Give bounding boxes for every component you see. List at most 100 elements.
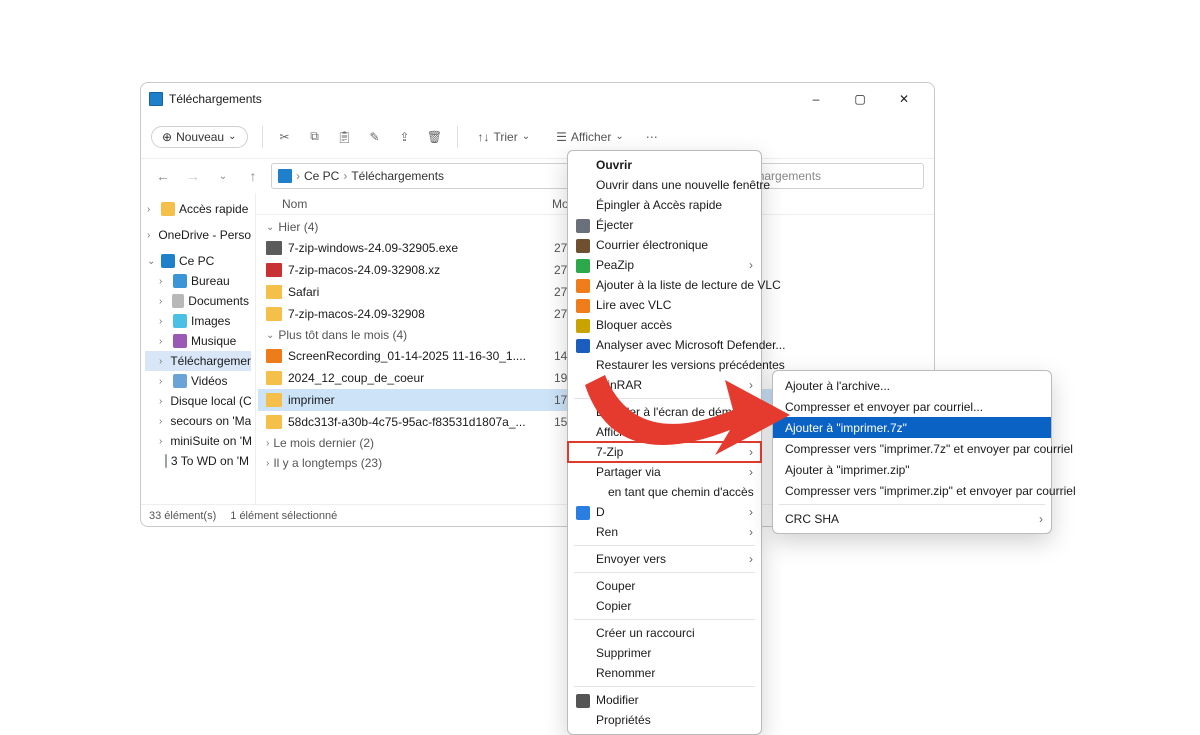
sub-crc-sha[interactable]: CRC SHA [773, 508, 1051, 529]
forward-button[interactable]: → [181, 168, 205, 184]
sidebar-item-images[interactable]: ›Images [145, 311, 251, 331]
sidebar-item-bureau[interactable]: ›Bureau [145, 271, 251, 291]
ctx-properties[interactable]: Propriétés [568, 710, 761, 730]
group-label: Hier (4) [278, 220, 318, 234]
view-button[interactable]: ☰ Afficher ⌄ [550, 126, 630, 148]
toolbar-sep [262, 126, 263, 148]
sub-compress-zip-email[interactable]: Compresser vers "imprimer.zip" et envoye… [773, 480, 1051, 501]
recent-dropdown[interactable]: ⌄ [211, 171, 235, 182]
ctx-show-finder[interactable]: Afficher dans le Finder [568, 422, 761, 442]
sidebar-item-netdrive[interactable]: 3 To WD on 'M [145, 451, 251, 471]
copy-icon[interactable]: ⧉ [307, 129, 323, 145]
crumb-pc[interactable]: Ce PC [304, 169, 339, 183]
ctx-vlc-play[interactable]: Lire avec VLC [568, 295, 761, 315]
col-name[interactable]: Nom [282, 197, 552, 211]
ctx-sep [574, 686, 755, 687]
cut-icon[interactable]: ✂ [277, 129, 293, 145]
ctx-rename[interactable]: Renommer [568, 663, 761, 683]
chevron-down-icon: ⌄ [615, 131, 623, 142]
sidebar-item-onedrive[interactable]: ›OneDrive - Perso [145, 225, 251, 245]
ctx-send-to[interactable]: Envoyer vers [568, 549, 761, 569]
sort-button[interactable]: ↑↓ Trier ⌄ [472, 126, 537, 148]
ctx-winrar[interactable]: WinRAR [568, 375, 761, 395]
crumb-folder[interactable]: Téléchargements [351, 169, 444, 183]
sidebar-item-downloads[interactable]: ›Téléchargemen [145, 351, 251, 371]
sidebar-item-cepc[interactable]: ⌄Ce PC [145, 251, 251, 271]
chevron-right-icon: › [343, 169, 347, 183]
sidebar-item-netdrive[interactable]: ›secours on 'Ma [145, 411, 251, 431]
folder-icon [266, 393, 282, 407]
ctx-pin-quick[interactable]: Épingler à Accès rapide [568, 195, 761, 215]
toolbar-sep [457, 126, 458, 148]
status-selected: 1 élément sélectionné [230, 510, 337, 522]
ctx-share-via[interactable]: Partager via [568, 462, 761, 482]
sub-add-7z[interactable]: Ajouter à "imprimer.7z" [773, 417, 1051, 438]
exe-icon [266, 241, 282, 255]
up-button[interactable]: ↑ [241, 168, 265, 184]
ctx-d[interactable]: D [568, 502, 761, 522]
vlc-icon [266, 349, 282, 363]
back-button[interactable]: ← [151, 168, 175, 184]
ctx-7zip[interactable]: 7-Zip [568, 442, 761, 462]
share-icon[interactable]: ⇪ [397, 129, 413, 145]
music-icon [173, 334, 187, 348]
ctx-block[interactable]: Bloquer accès [568, 315, 761, 335]
sidebar-item-label: miniSuite on 'M [170, 434, 251, 448]
chevron-down-icon: ⌄ [266, 222, 274, 233]
folder-icon [149, 92, 163, 106]
sidebar-item-quick[interactable]: ›Accès rapide [145, 199, 251, 219]
view-icon: ☰ [556, 130, 567, 144]
sidebar-item-disk[interactable]: ›Disque local (C [145, 391, 251, 411]
sidebar-item-label: Vidéos [191, 374, 227, 388]
chevron-down-icon: ⌄ [266, 330, 274, 341]
sidebar-item-videos[interactable]: ›Vidéos [145, 371, 251, 391]
sub-compress-email[interactable]: Compresser et envoyer par courriel... [773, 396, 1051, 417]
ctx-copy-path[interactable]: en tant que chemin d'accès [568, 482, 761, 502]
chevron-right-icon: › [296, 169, 300, 183]
titlebar: Téléchargements – ▢ ✕ [141, 83, 934, 115]
ctx-ren[interactable]: Ren [568, 522, 761, 542]
ctx-open[interactable]: Ouvrir [568, 155, 761, 175]
folder-icon [266, 371, 282, 385]
paste-icon[interactable]: 📋︎ [337, 129, 353, 145]
sidebar-item-musique[interactable]: ›Musique [145, 331, 251, 351]
minimize-button[interactable]: – [794, 85, 838, 113]
ctx-copy[interactable]: Copier [568, 596, 761, 616]
ctx-edit[interactable]: Modifier [568, 690, 761, 710]
file-name: 7-zip-macos-24.09-32908 [288, 307, 548, 321]
ctx-sep [574, 572, 755, 573]
sort-icon: ↑↓ [478, 130, 490, 144]
maximize-button[interactable]: ▢ [838, 85, 882, 113]
ctx-sep [574, 398, 755, 399]
ctx-pin-start[interactable]: Épingler à l'écran de démarrage [568, 402, 761, 422]
sidebar-item-documents[interactable]: ›Documents [145, 291, 251, 311]
ctx-defender[interactable]: Analyser avec Microsoft Defender... [568, 335, 761, 355]
ctx-vlc-add[interactable]: Ajouter à la liste de lecture de VLC [568, 275, 761, 295]
ctx-peazip[interactable]: PeaZip [568, 255, 761, 275]
file-name: 7-zip-windows-24.09-32905.exe [288, 241, 548, 255]
sidebar-item-netdrive[interactable]: ›miniSuite on 'M [145, 431, 251, 451]
new-button[interactable]: ⊕ Nouveau ⌄ [151, 126, 248, 148]
sub-add-zip[interactable]: Ajouter à "imprimer.zip" [773, 459, 1051, 480]
sidebar-item-label: Musique [191, 334, 236, 348]
delete-icon[interactable]: 🗑︎ [427, 129, 443, 145]
context-menu: Ouvrir Ouvrir dans une nouvelle fenêtre … [567, 150, 762, 735]
sub-add-archive[interactable]: Ajouter à l'archive... [773, 375, 1051, 396]
sub-compress-7z-email[interactable]: Compresser vers "imprimer.7z" et envoyer… [773, 438, 1051, 459]
sidebar-item-label: Téléchargemen [170, 354, 251, 368]
ctx-cut[interactable]: Couper [568, 576, 761, 596]
file-name: imprimer [288, 393, 548, 407]
close-button[interactable]: ✕ [882, 85, 926, 113]
ctx-restore[interactable]: Restaurer les versions précédentes [568, 355, 761, 375]
folder-icon [266, 307, 282, 321]
ctx-open-new-window[interactable]: Ouvrir dans une nouvelle fenêtre [568, 175, 761, 195]
ctx-delete[interactable]: Supprimer [568, 643, 761, 663]
rename-icon[interactable]: ✎ [367, 129, 383, 145]
file-name: Safari [288, 285, 548, 299]
sidebar-item-label: Disque local (C [170, 394, 251, 408]
ctx-eject[interactable]: Éjecter [568, 215, 761, 235]
ctx-email[interactable]: Courrier électronique [568, 235, 761, 255]
more-icon[interactable]: ⋯ [644, 129, 660, 145]
group-label: Il y a longtemps (23) [273, 456, 382, 470]
ctx-shortcut[interactable]: Créer un raccourci [568, 623, 761, 643]
